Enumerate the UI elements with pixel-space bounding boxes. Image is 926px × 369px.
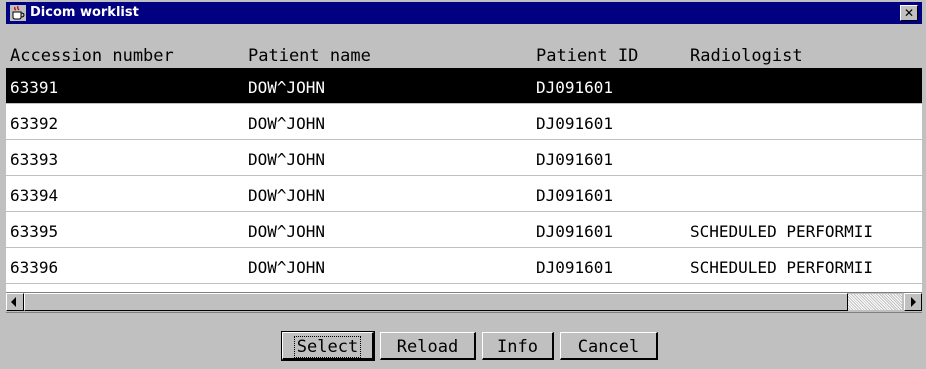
horizontal-scrollbar[interactable] (6, 292, 922, 311)
cell-accession: 63395 (10, 222, 59, 241)
cell-patient-id: DJ091601 (536, 258, 614, 277)
cell-patient-id: DJ091601 (536, 114, 614, 133)
cell-radiologist: SCHEDULED PERFORMII (690, 222, 874, 241)
column-header-radiologist[interactable]: Radiologist (690, 46, 922, 66)
java-cup-icon (10, 5, 26, 21)
cell-accession: 63394 (10, 186, 59, 205)
select-button[interactable]: Select (281, 331, 375, 361)
table-row[interactable]: 63395 DOW^JOHN DJ091601 SCHEDULED PERFOR… (6, 212, 922, 248)
column-header-patient-id[interactable]: Patient ID (536, 46, 686, 66)
dicom-worklist-window: Dicom worklist ✕ Accession number Patien… (0, 0, 926, 369)
cell-patient-name: DOW^JOHN (248, 114, 326, 133)
worklist-table: Accession number Patient name Patient ID… (6, 24, 922, 292)
cell-patient-id: DJ091601 (536, 186, 614, 205)
arrow-left-icon (11, 297, 16, 307)
table-row[interactable]: 63396 DOW^JOHN DJ091601 SCHEDULED PERFOR… (6, 248, 922, 284)
select-button-label: Select (293, 336, 362, 358)
info-button[interactable]: Info (482, 332, 554, 360)
reload-button[interactable]: Reload (380, 332, 476, 360)
table-row[interactable]: 63393 DOW^JOHN DJ091601 (6, 140, 922, 176)
window-title: Dicom worklist (30, 5, 139, 20)
cell-patient-name: DOW^JOHN (248, 258, 326, 277)
button-bar: Select Reload Info Cancel (6, 312, 922, 368)
column-header-accession[interactable]: Accession number (10, 46, 240, 66)
scroll-left-button[interactable] (6, 293, 24, 311)
table-row[interactable]: 63392 DOW^JOHN DJ091601 (6, 104, 922, 140)
scroll-track[interactable] (848, 294, 902, 310)
cell-patient-name: DOW^JOHN (248, 78, 326, 97)
column-header-patient-name[interactable]: Patient name (248, 46, 528, 66)
close-button[interactable]: ✕ (900, 5, 918, 21)
cell-accession: 63392 (10, 114, 59, 133)
table-header: Accession number Patient name Patient ID… (6, 24, 922, 68)
cell-patient-id: DJ091601 (536, 222, 614, 241)
cancel-button[interactable]: Cancel (560, 332, 658, 360)
cell-accession: 63396 (10, 258, 59, 277)
table-row[interactable]: 63391 DOW^JOHN DJ091601 (6, 68, 922, 104)
cell-patient-id: DJ091601 (536, 78, 614, 97)
cell-radiologist: SCHEDULED PERFORMII (690, 258, 874, 277)
cell-accession: 63391 (10, 78, 59, 97)
title-bar[interactable]: Dicom worklist ✕ (6, 2, 922, 24)
cell-patient-name: DOW^JOHN (248, 222, 326, 241)
cell-patient-id: DJ091601 (536, 150, 614, 169)
scroll-thumb[interactable] (24, 293, 848, 311)
table-row[interactable]: 63394 DOW^JOHN DJ091601 (6, 176, 922, 212)
cell-patient-name: DOW^JOHN (248, 150, 326, 169)
scroll-right-button[interactable] (904, 293, 922, 311)
cell-patient-name: DOW^JOHN (248, 186, 326, 205)
arrow-right-icon (911, 297, 916, 307)
cell-accession: 63393 (10, 150, 59, 169)
